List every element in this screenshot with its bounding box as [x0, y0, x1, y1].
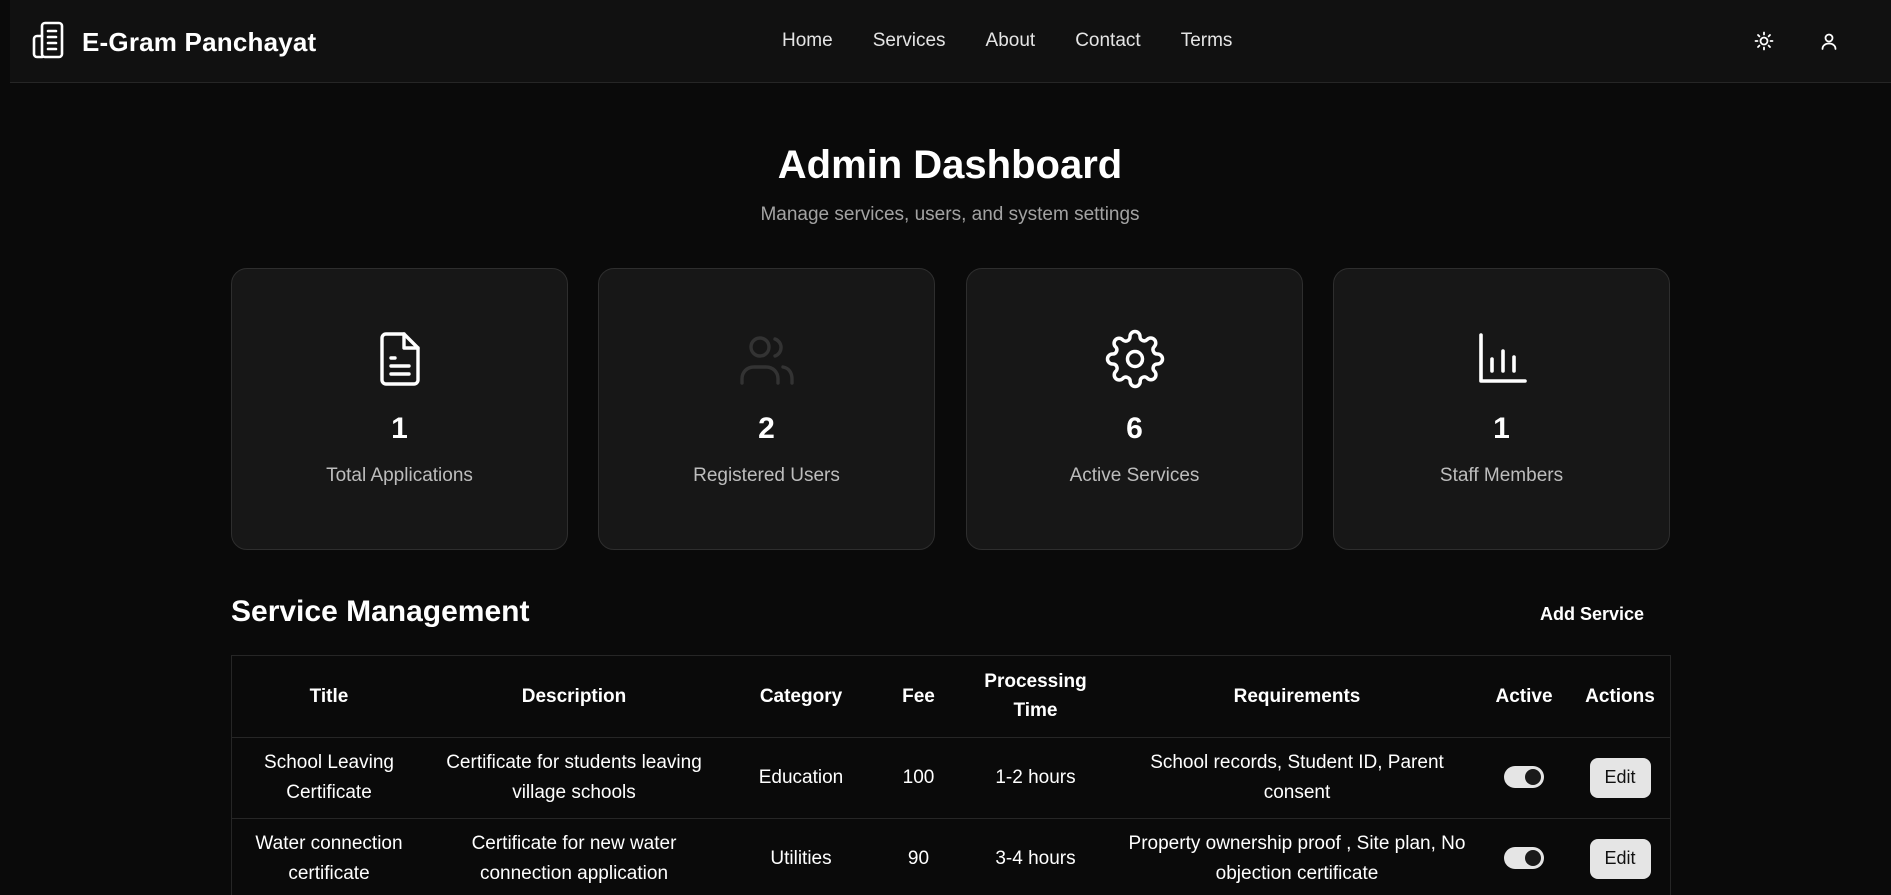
cell-processing-time: 1-2 hours [957, 737, 1114, 819]
section-title: Service Management [231, 595, 530, 628]
cell-actions: Edit [1568, 818, 1670, 895]
edit-button[interactable]: Edit [1589, 757, 1651, 798]
table-row: Water connection certificate Certificate… [232, 818, 1670, 895]
services-table: Title Description Category Fee Processin… [231, 655, 1671, 895]
table-header-row: Title Description Category Fee Processin… [232, 656, 1670, 738]
gear-icon [1105, 329, 1165, 394]
app-name: E-Gram Panchayat [82, 26, 317, 57]
stat-value: 6 [1126, 412, 1143, 445]
table-row: School Leaving Certificate Certificate f… [232, 737, 1670, 819]
column-header-fee: Fee [880, 656, 957, 738]
file-text-icon [370, 329, 430, 394]
cell-actions: Edit [1568, 737, 1670, 819]
nav-about[interactable]: About [986, 30, 1036, 52]
active-toggle[interactable] [1504, 847, 1544, 870]
stat-card-applications: 1 Total Applications [231, 268, 568, 550]
cell-title: Water connection certificate [232, 818, 426, 895]
column-header-description: Description [426, 656, 722, 738]
stat-card-services: 6 Active Services [966, 268, 1303, 550]
cell-active [1480, 818, 1568, 895]
top-navbar: E-Gram Panchayat Home Services About Con… [10, 0, 1891, 83]
stat-label: Registered Users [693, 465, 840, 486]
cell-processing-time: 3-4 hours [957, 818, 1114, 895]
nav-services[interactable]: Services [873, 30, 946, 52]
page-subtitle: Manage services, users, and system setti… [760, 204, 1140, 225]
active-toggle[interactable] [1504, 766, 1544, 789]
cell-fee: 100 [880, 737, 957, 819]
cell-requirements: Property ownership proof , Site plan, No… [1114, 818, 1480, 895]
add-service-button[interactable]: Add Service [1540, 600, 1644, 628]
cell-title: School Leaving Certificate [232, 737, 426, 819]
sun-icon[interactable] [1753, 30, 1775, 52]
cell-description: Certificate for students leaving village… [426, 737, 722, 819]
page-title: Admin Dashboard [777, 143, 1123, 187]
edit-button[interactable]: Edit [1589, 838, 1651, 879]
column-header-title: Title [232, 656, 426, 738]
stat-value: 1 [391, 412, 408, 445]
stat-value: 2 [758, 412, 775, 445]
user-icon[interactable] [1818, 30, 1840, 52]
column-header-active: Active [1480, 656, 1568, 738]
cell-description: Certificate for new water connection app… [426, 818, 722, 895]
building-icon [30, 20, 70, 65]
bar-chart-icon [1472, 329, 1532, 394]
users-icon [737, 329, 797, 394]
cell-fee: 90 [880, 818, 957, 895]
brand[interactable]: E-Gram Panchayat [30, 20, 317, 65]
stat-value: 1 [1493, 412, 1510, 445]
cell-active [1480, 737, 1568, 819]
column-header-processing-time: Processing Time [957, 656, 1114, 738]
stat-label: Active Services [1069, 465, 1200, 486]
cell-requirements: School records, Student ID, Parent conse… [1114, 737, 1480, 819]
stat-label: Staff Members [1439, 465, 1564, 486]
nav-contact[interactable]: Contact [1075, 30, 1140, 52]
column-header-category: Category [722, 656, 880, 738]
cell-category: Utilities [722, 818, 880, 895]
cell-category: Education [722, 737, 880, 819]
column-header-requirements: Requirements [1114, 656, 1480, 738]
nav-terms[interactable]: Terms [1181, 30, 1233, 52]
main-nav: Home Services About Contact Terms [782, 30, 1232, 52]
stat-card-staff: 1 Staff Members [1333, 268, 1670, 550]
nav-home[interactable]: Home [782, 30, 833, 52]
stat-label: Total Applications [326, 465, 473, 486]
stat-card-users: 2 Registered Users [598, 268, 935, 550]
column-header-actions: Actions [1568, 656, 1670, 738]
